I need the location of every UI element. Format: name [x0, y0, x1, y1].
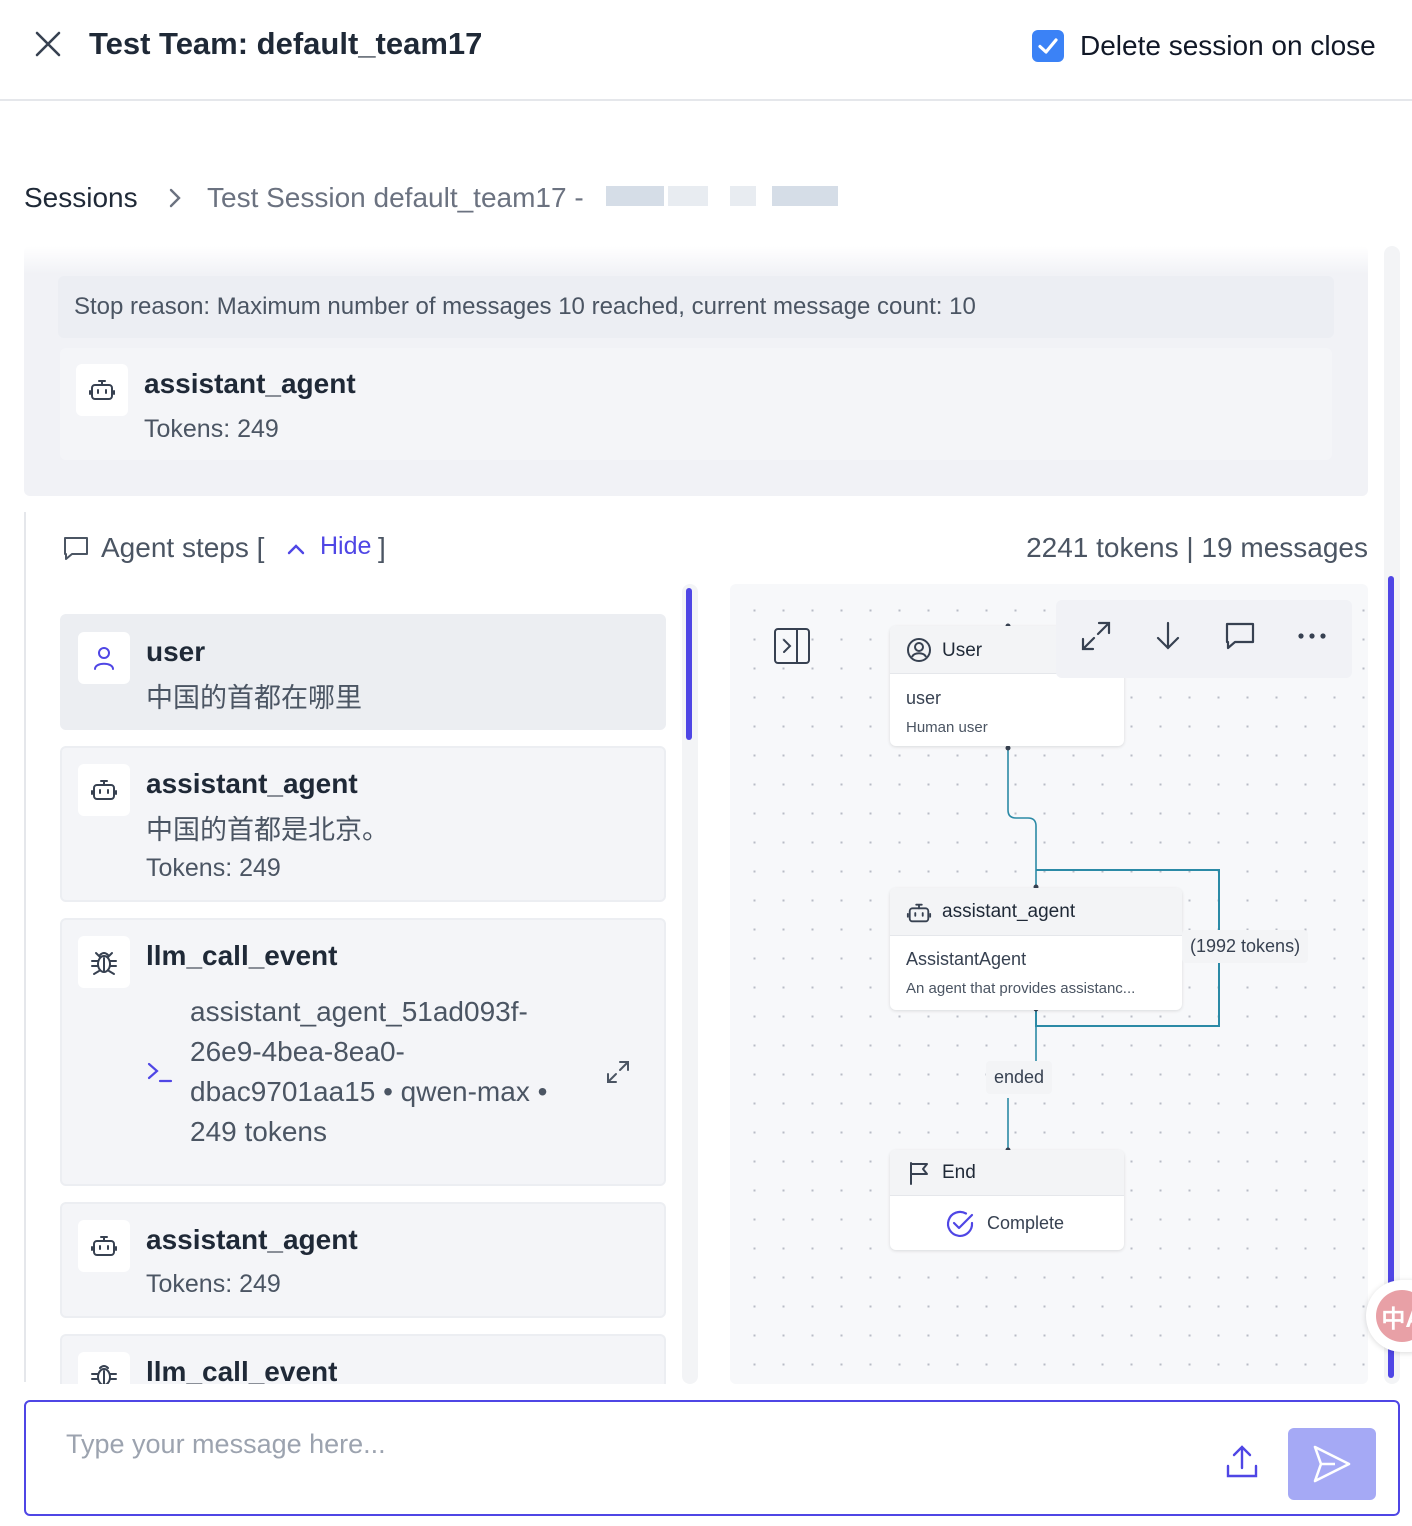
bug-icon — [78, 936, 130, 988]
message-input[interactable] — [66, 1424, 1166, 1464]
llm-call-detail: dbac9701aa15 • qwen-max • — [190, 1076, 548, 1107]
upload-icon[interactable] — [1222, 1442, 1262, 1482]
step-name: llm_call_event — [146, 940, 338, 971]
llm-call-detail: 249 tokens — [190, 1116, 327, 1147]
stop-reason-box: Stop reason: Maximum number of messages … — [58, 276, 1334, 338]
arrow-down-icon[interactable] — [1148, 616, 1188, 656]
redacted-text — [606, 186, 664, 206]
node-description: An agent that provides assistanc... — [906, 980, 1136, 997]
token-message-stats: 2241 tokens | 19 messages — [1026, 532, 1368, 563]
fullscreen-icon[interactable] — [1076, 616, 1116, 656]
user-circle-icon — [906, 637, 932, 668]
expand-icon[interactable] — [604, 1058, 632, 1091]
hide-steps-link[interactable]: Hide — [320, 532, 371, 561]
llm-call-detail: 26e9-4bea-8ea0- — [190, 1036, 405, 1067]
send-icon — [1313, 1445, 1351, 1483]
end-status: Complete — [987, 1213, 1065, 1233]
agent-steps-title: Agent steps [ — [101, 532, 265, 563]
robot-icon — [906, 900, 932, 931]
stop-reason-text: Stop reason: Maximum number of messages … — [74, 293, 976, 320]
step-message: 中国的首都是北京。 — [146, 815, 389, 845]
node-title: User — [942, 640, 983, 661]
close-icon[interactable] — [32, 28, 64, 60]
bracket-close: ] — [378, 532, 386, 563]
check-circle-icon — [944, 1208, 976, 1245]
graph-toolbar — [1056, 600, 1352, 678]
steps-scrollbar-thumb[interactable] — [686, 588, 692, 740]
list-item[interactable] — [60, 1202, 666, 1318]
step-name: user — [146, 636, 206, 667]
graph-node-assistant-agent[interactable]: assistant_agent AssistantAgent An agent … — [890, 888, 1182, 1010]
send-button[interactable] — [1288, 1428, 1376, 1500]
dialog-header: Test Team: default_team17 Delete session… — [0, 0, 1412, 101]
more-icon[interactable] — [1292, 616, 1332, 656]
message-composer — [24, 1400, 1400, 1516]
delete-session-label[interactable]: Delete session on close — [1080, 30, 1376, 62]
scroll-fade — [24, 246, 1368, 274]
delete-session-checkbox[interactable] — [1032, 30, 1064, 62]
check-icon — [1038, 38, 1058, 54]
graph-node-end[interactable]: End Complete — [890, 1150, 1124, 1250]
flag-icon — [906, 1160, 932, 1191]
loop-edge-label: (1992 tokens) — [1182, 930, 1309, 963]
main-scrollbar-thumb[interactable] — [1388, 576, 1394, 1378]
step-tokens: Tokens: 249 — [146, 1270, 281, 1298]
llm-call-detail: assistant_agent_51ad093f- — [190, 996, 528, 1027]
chevron-up-icon[interactable] — [284, 538, 308, 565]
step-tokens: Tokens: 249 — [146, 854, 281, 882]
dialog-title: Test Team: default_team17 — [89, 26, 483, 61]
user-icon — [78, 632, 130, 684]
agent-tokens: Tokens: 249 — [144, 415, 279, 443]
step-message: 中国的首都在哪里 — [146, 683, 362, 713]
step-name: assistant_agent — [146, 768, 358, 799]
robot-icon — [78, 1220, 130, 1272]
sidebar-toggle-icon[interactable] — [772, 626, 812, 671]
agent-name: assistant_agent — [144, 368, 356, 399]
bug-icon — [78, 1352, 130, 1384]
robot-icon — [78, 764, 130, 816]
breadcrumb-current-session: Test Session default_team17 - — [207, 182, 584, 213]
node-type: AssistantAgent — [906, 949, 1027, 969]
step-name: llm_call_event — [146, 1356, 338, 1384]
node-type: user — [906, 688, 942, 708]
chevron-right-icon — [164, 186, 186, 210]
terminal-icon — [146, 1058, 174, 1091]
steps-divider — [24, 512, 26, 1382]
step-name: assistant_agent — [146, 1224, 358, 1255]
chat-bubble-icon — [61, 533, 91, 568]
breadcrumb-sessions[interactable]: Sessions — [24, 182, 138, 214]
node-title: End — [942, 1162, 976, 1183]
robot-icon — [76, 364, 128, 416]
message-icon[interactable] — [1220, 616, 1260, 656]
node-description: Human user — [906, 719, 988, 736]
redacted-text — [730, 186, 756, 206]
ended-edge-label: ended — [986, 1061, 1053, 1094]
node-title: assistant_agent — [942, 901, 1076, 922]
redacted-text — [772, 186, 838, 206]
redacted-text — [668, 186, 708, 206]
